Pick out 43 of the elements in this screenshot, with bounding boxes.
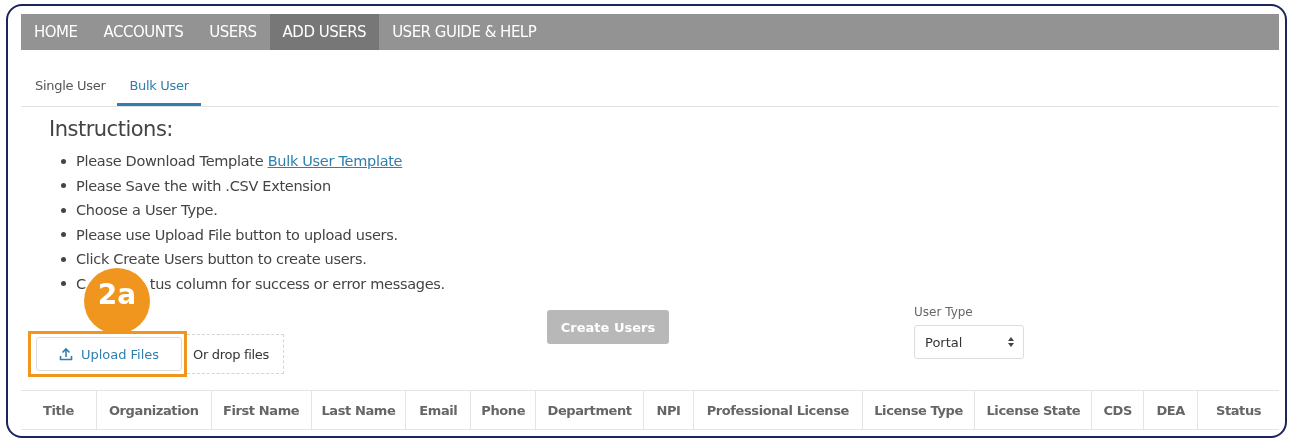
instruction-text: Click Create Users button to create users. [76, 251, 367, 268]
bullet-icon [61, 256, 66, 262]
bullet-icon [61, 232, 66, 238]
column-header: Department [535, 391, 643, 429]
template-link[interactable]: Bulk User Template [267, 153, 403, 170]
instruction-text: Choose a User Type. [76, 202, 218, 219]
column-header: Last Name [310, 391, 406, 429]
nav-tab[interactable]: HOME [21, 14, 91, 50]
column-header: License Type [861, 391, 975, 429]
tab[interactable]: Single User [23, 70, 118, 106]
nav-tab[interactable]: ADD USERS [269, 14, 380, 50]
instruction-text: tus column for success or error messages. [149, 275, 445, 292]
instruction-text: C [76, 275, 86, 292]
bullet-icon [61, 207, 66, 213]
column-header: Status [1197, 391, 1279, 429]
drop-zone[interactable]: Or drop files [187, 334, 285, 374]
instructions-heading: Instructions: [49, 117, 174, 141]
column-header: DEA [1143, 391, 1198, 429]
column-header: NPI [643, 391, 693, 429]
bullet-icon [61, 183, 66, 189]
column-header: First Name [210, 391, 311, 429]
column-header: Professional License [692, 391, 862, 429]
bullet-icon [61, 158, 66, 164]
nav-tab[interactable]: USER GUIDE & HELP [379, 14, 550, 50]
nav-tab[interactable]: ACCOUNTS [90, 14, 197, 50]
spinner-icon [1007, 336, 1015, 348]
upload-files-button[interactable]: Upload Files [36, 337, 182, 371]
column-header: Phone [470, 391, 536, 429]
column-header: Email [405, 391, 471, 429]
instruction-text: Please Save the with .CSV Extension [76, 177, 331, 194]
column-header: Organization [95, 391, 211, 429]
column-header: License State [974, 391, 1092, 429]
column-header: Title [42, 401, 75, 420]
instruction-text: Please use Upload File button to upload users. [76, 226, 398, 243]
tab[interactable]: Bulk User [117, 70, 201, 106]
instruction-text: Please Download Template Bulk User Template [76, 153, 403, 170]
upload-icon [58, 347, 73, 361]
column-header: CDS [1091, 391, 1144, 429]
user-type-select[interactable]: Portal [914, 325, 1024, 359]
nav-tab[interactable]: USERS [196, 14, 270, 50]
bullet-icon [61, 281, 66, 287]
drop-hint: Or drop files [193, 346, 270, 362]
user-type-label: User Type [914, 305, 974, 319]
